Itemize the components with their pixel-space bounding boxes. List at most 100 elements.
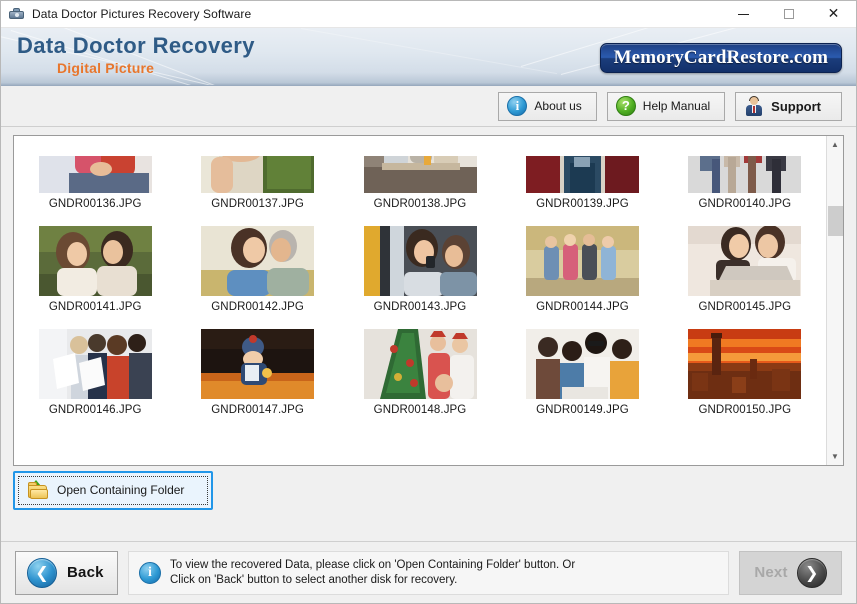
- thumbnail-image[interactable]: [688, 329, 802, 399]
- scrollbar-track[interactable]: [826, 153, 843, 448]
- folder-upload-icon: [27, 479, 49, 500]
- scrollbar-thumb[interactable]: [827, 206, 843, 236]
- thumbnail-image[interactable]: [688, 156, 802, 193]
- thumbnail-grid: GNDR00136.JPG GNDR00137.JPG GNDR00138.JP…: [14, 136, 826, 465]
- thumbnail-item[interactable]: GNDR00148.JPG: [339, 313, 501, 416]
- thumbnail-filename: GNDR00140.JPG: [698, 198, 792, 210]
- thumbnail-row: GNDR00136.JPG GNDR00137.JPG GNDR00138.JP…: [14, 142, 826, 210]
- close-icon: ✕: [827, 6, 840, 22]
- support-person-icon: [744, 96, 764, 116]
- open-containing-folder-button[interactable]: Open Containing Folder: [18, 475, 208, 505]
- footer-bar: ❮ Back i To view the recovered Data, ple…: [1, 541, 856, 603]
- thumbnail-item[interactable]: GNDR00144.JPG: [501, 210, 663, 313]
- toolbar: i About us ? Help Manual Support: [1, 86, 856, 127]
- back-button[interactable]: ❮ Back: [15, 550, 118, 595]
- thumbnail-image[interactable]: [525, 329, 639, 399]
- thumbnail-item[interactable]: GNDR00139.JPG: [501, 156, 663, 210]
- thumbnail-filename: GNDR00147.JPG: [211, 404, 304, 416]
- thumbnail-filename: GNDR00146.JPG: [48, 404, 142, 416]
- thumbnail-filename: GNDR00142.JPG: [211, 301, 304, 313]
- thumbnail-image[interactable]: [525, 226, 639, 296]
- help-manual-label: Help Manual: [642, 99, 711, 113]
- thumbnail-image[interactable]: [38, 156, 152, 193]
- info-icon: i: [507, 96, 528, 116]
- next-button[interactable]: Next ❯: [739, 550, 842, 595]
- thumbnail-row: GNDR00141.JPG GNDR00142.JPG GNDR00143.JP…: [14, 210, 826, 313]
- thumbnail-image[interactable]: [688, 226, 802, 296]
- thumbnail-image[interactable]: [363, 329, 477, 399]
- open-folder-focus-ring: Open Containing Folder: [13, 470, 213, 510]
- thumbnail-item[interactable]: GNDR00137.JPG: [176, 156, 338, 210]
- header-streak: [300, 28, 558, 75]
- next-label: Next: [754, 564, 788, 581]
- action-bar: Open Containing Folder: [13, 466, 844, 512]
- scroll-down-button[interactable]: ▼: [826, 448, 843, 465]
- thumbnail-image[interactable]: [525, 156, 639, 193]
- minimize-icon: [738, 13, 749, 15]
- photo-art: [38, 156, 152, 193]
- photo-art: [525, 226, 639, 296]
- info-message-text: To view the recovered Data, please click…: [170, 558, 575, 588]
- photo-art: [38, 226, 152, 296]
- info-message-box: i To view the recovered Data, please cli…: [128, 550, 729, 595]
- thumbnail-item[interactable]: GNDR00149.JPG: [501, 313, 663, 416]
- application-window: Data Doctor Pictures Recovery Software ✕…: [0, 0, 857, 604]
- thumbnail-item[interactable]: GNDR00150.JPG: [664, 313, 826, 416]
- thumbnail-item[interactable]: GNDR00140.JPG: [664, 156, 826, 210]
- about-us-label: About us: [534, 99, 582, 113]
- thumbnail-item[interactable]: GNDR00147.JPG: [176, 313, 338, 416]
- thumbnail-filename: GNDR00136.JPG: [48, 198, 142, 210]
- thumbnail-item[interactable]: GNDR00146.JPG: [14, 313, 176, 416]
- question-icon: ?: [615, 96, 636, 116]
- thumbnail-image[interactable]: [201, 329, 315, 399]
- maximize-button[interactable]: [766, 1, 811, 28]
- thumbnail-filename: GNDR00138.JPG: [373, 198, 467, 210]
- support-label: Support: [771, 98, 821, 114]
- title-bar: Data Doctor Pictures Recovery Software ✕: [1, 1, 856, 28]
- thumbnail-filename: GNDR00150.JPG: [698, 404, 792, 416]
- logo-label: MemoryCardRestore.com: [613, 47, 828, 68]
- photo-art: [688, 329, 802, 399]
- thumbnail-image[interactable]: [363, 226, 477, 296]
- window-controls: ✕: [721, 1, 856, 28]
- thumbnail-image[interactable]: [201, 226, 315, 296]
- photo-art: [363, 226, 477, 296]
- thumbnail-item[interactable]: GNDR00143.JPG: [339, 210, 501, 313]
- camera-icon: [8, 6, 26, 22]
- support-button[interactable]: Support: [735, 91, 842, 121]
- thumbnail-image[interactable]: [38, 329, 152, 399]
- info-icon: i: [139, 561, 161, 584]
- thumbnail-filename: GNDR00148.JPG: [373, 404, 467, 416]
- minimize-button[interactable]: [721, 1, 766, 28]
- maximize-icon: [783, 9, 794, 19]
- thumbnail-item[interactable]: GNDR00141.JPG: [14, 210, 176, 313]
- scroll-up-button[interactable]: ▲: [826, 136, 843, 153]
- photo-art: [38, 329, 152, 399]
- chevron-right-circle-icon: ❯: [796, 557, 827, 588]
- brand-title: Data Doctor Recovery: [17, 33, 255, 58]
- thumbnail-item[interactable]: GNDR00145.JPG: [664, 210, 826, 313]
- thumbnail-item[interactable]: GNDR00136.JPG: [14, 156, 176, 210]
- thumbnail-image[interactable]: [201, 156, 315, 193]
- photo-art: [201, 329, 315, 399]
- photo-art: [525, 156, 639, 193]
- brand-header: Data Doctor Recovery Digital Picture Mem…: [1, 28, 856, 86]
- thumbnail-filename: GNDR00143.JPG: [373, 301, 467, 313]
- photo-art: [201, 156, 315, 193]
- thumbnail-item[interactable]: GNDR00142.JPG: [176, 210, 338, 313]
- close-button[interactable]: ✕: [811, 1, 856, 28]
- help-manual-button[interactable]: ? Help Manual: [606, 91, 726, 121]
- about-us-button[interactable]: i About us: [498, 91, 597, 121]
- thumbnail-image[interactable]: [363, 156, 477, 193]
- chevron-left-circle-icon: ❮: [27, 557, 57, 588]
- window-title: Data Doctor Pictures Recovery Software: [32, 7, 252, 21]
- thumbnail-filename: GNDR00139.JPG: [536, 198, 629, 210]
- vertical-scrollbar[interactable]: ▲ ▼: [826, 136, 843, 465]
- photo-art: [201, 226, 315, 296]
- thumbnail-panel: GNDR00136.JPG GNDR00137.JPG GNDR00138.JP…: [13, 135, 844, 466]
- memorycardrestore-logo[interactable]: MemoryCardRestore.com: [599, 43, 842, 73]
- brand-block: Data Doctor Recovery Digital Picture: [17, 33, 255, 77]
- photo-art: [363, 156, 477, 193]
- thumbnail-image[interactable]: [38, 226, 152, 296]
- thumbnail-item[interactable]: GNDR00138.JPG: [339, 156, 501, 210]
